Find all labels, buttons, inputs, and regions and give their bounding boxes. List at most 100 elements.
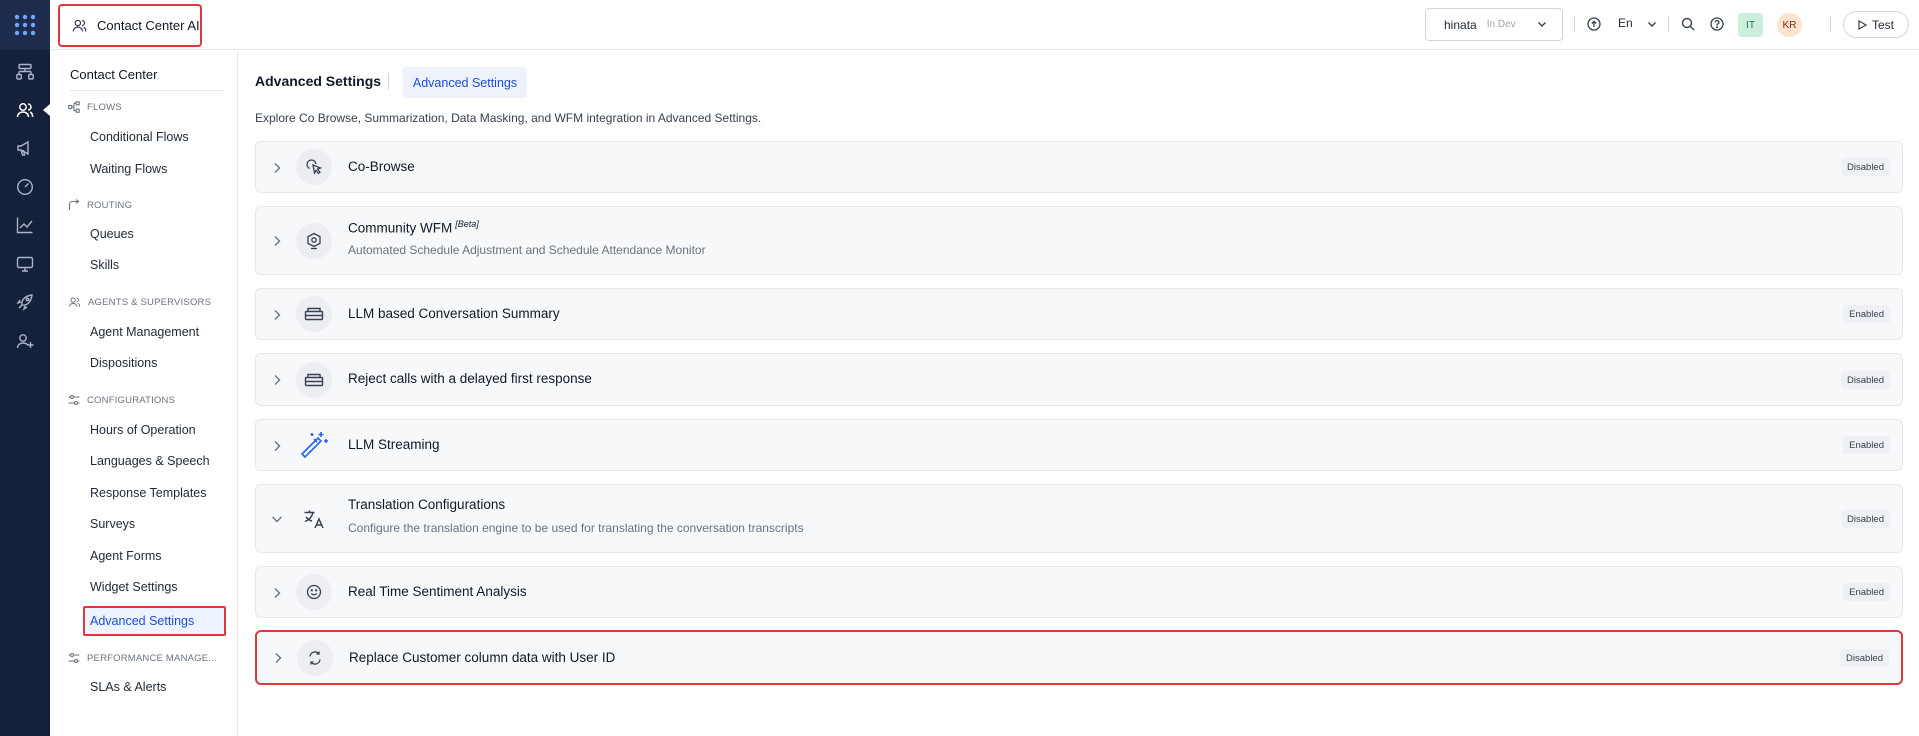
rail-flows-button[interactable] [13,60,37,84]
rail-reports-button[interactable] [13,213,37,237]
card-title: Translation Configurations [348,497,506,512]
sidebar-item-languages-speech[interactable]: Languages & Speech [90,454,210,468]
gauge-icon [16,178,34,196]
app-title-button[interactable]: Contact Center AI [58,4,202,47]
bot-name: hinata [1444,17,1477,32]
sidebar-item-slas-alerts[interactable]: SLAs & Alerts [90,680,166,694]
chevron-right-icon[interactable] [270,308,284,322]
translate-icon [296,501,332,537]
rail-monitor-button[interactable] [13,252,37,276]
chevron-right-icon[interactable] [270,161,284,175]
divider [1668,16,1669,32]
megaphone-icon [17,140,29,156]
sidebar-item-surveys[interactable]: Surveys [90,517,135,531]
rail-contact-center-button[interactable] [13,98,50,122]
sidebar-item-conditional-flows[interactable]: Conditional Flows [90,130,189,144]
bot-environment: In Dev [1486,19,1516,30]
users-icon [72,19,87,32]
page-description: Explore Co Browse, Summarization, Data M… [255,111,762,125]
gear-shield-icon [296,223,332,259]
smiley-icon [296,574,332,610]
chevron-right-icon[interactable] [270,373,284,387]
rail-analytics-button[interactable] [13,175,37,199]
apps-grid-button[interactable] [0,0,50,50]
sidebar-item-skills[interactable]: Skills [90,258,119,272]
rail-user-management-button[interactable] [13,329,37,353]
status-badge: Disabled [1841,158,1890,176]
sidebar: Contact Center FLOWS Conditional Flows W… [50,51,238,736]
sidebar-item-dispositions[interactable]: Dispositions [90,356,157,370]
sidebar-item-agent-forms[interactable]: Agent Forms [90,549,162,563]
status-badge: Enabled [1843,305,1890,323]
status-badge: Disabled [1840,649,1889,667]
setting-card-sentiment-analysis[interactable]: Real Time Sentiment Analysis Enabled [255,566,1903,618]
setting-card-community-wfm[interactable]: Community WFM [Beta] Automated Schedule A… [255,206,1903,275]
setting-card-co-browse[interactable]: Co-Browse Disabled [255,141,1903,193]
user-add-icon [16,334,34,349]
rail-campaigns-button[interactable] [13,136,37,160]
main-content: Advanced Settings Advanced Settings Expl… [239,51,1919,736]
test-button[interactable]: Test [1843,11,1909,38]
help-icon [1710,17,1724,31]
trend-chart-icon [16,217,33,234]
sidebar-item-waiting-flows[interactable]: Waiting Flows [90,162,167,176]
section-agents-supervisors: AGENTS & SUPERVISORS [68,296,211,308]
monitor-icon [16,256,34,272]
section-performance-management: PERFORMANCE MANAGE... [68,652,217,664]
sidebar-item-agent-management[interactable]: Agent Management [90,325,199,339]
beta-tag: [Beta] [455,219,479,229]
card-title: Community WFM [Beta] [348,219,479,236]
app-title: Contact Center AI [97,18,200,33]
publish-button[interactable] [1586,16,1602,32]
sidebar-item-response-templates[interactable]: Response Templates [90,486,207,500]
rocket-icon [16,294,33,311]
sidebar-item-widget-settings[interactable]: Widget Settings [90,580,178,594]
routing-icon [68,199,80,210]
setting-card-llm-conversation-summary[interactable]: LLM based Conversation Summary Enabled [255,288,1903,340]
hierarchy-icon [16,63,34,80]
language-selector[interactable]: En [1618,16,1633,30]
rail-deploy-button[interactable] [13,290,37,314]
setting-card-llm-streaming[interactable]: LLM Streaming Enabled [255,419,1903,471]
test-button-label: Test [1871,17,1894,32]
page-title: Advanced Settings [255,73,382,89]
chevron-right-icon[interactable] [270,439,284,453]
publish-icon [1587,17,1601,31]
chevron-down-icon [1538,22,1546,27]
divider [70,90,224,91]
setting-card-reject-delayed-calls[interactable]: Reject calls with a delayed first respon… [255,353,1903,406]
avatar[interactable]: IT [1738,13,1763,37]
users-icon [69,297,81,307]
setting-card-replace-customer-column[interactable]: Replace Customer column data with User I… [255,630,1903,685]
bot-selector[interactable]: hinata In Dev [1425,8,1563,41]
setting-card-translation-configurations[interactable]: Translation Configurations Configure the… [255,484,1903,553]
status-badge: Disabled [1841,510,1890,528]
magic-wand-icon [296,427,332,463]
tab-advanced-settings[interactable]: Advanced Settings [403,67,527,98]
refresh-icon [297,640,333,676]
chevron-right-icon[interactable] [270,586,284,600]
sidebar-item-hours-of-operation[interactable]: Hours of Operation [90,423,196,437]
play-icon [1858,19,1867,30]
sidebar-item-advanced-settings[interactable]: Advanced Settings [83,606,226,636]
chevron-right-icon[interactable] [270,234,284,248]
user-avatar[interactable]: KR [1777,13,1802,37]
chevron-right-icon[interactable] [271,651,285,665]
divider [388,73,389,90]
grid-icon [14,14,36,36]
section-configurations: CONFIGURATIONS [68,394,175,406]
help-button[interactable] [1709,16,1725,32]
sidebar-title: Contact Center [70,67,158,82]
search-button[interactable] [1680,16,1696,32]
sliders-icon [68,652,80,664]
chevron-down-icon[interactable] [1646,18,1658,30]
search-icon [1681,17,1695,31]
sidebar-item-queues[interactable]: Queues [90,227,134,241]
summary-tray-icon [296,296,332,332]
card-title: Reject calls with a delayed first respon… [348,371,592,386]
status-badge: Disabled [1841,371,1890,389]
card-title: LLM Streaming [348,437,440,452]
chevron-down-icon[interactable] [270,512,284,526]
users-icon [16,103,34,118]
left-rail [0,0,50,736]
